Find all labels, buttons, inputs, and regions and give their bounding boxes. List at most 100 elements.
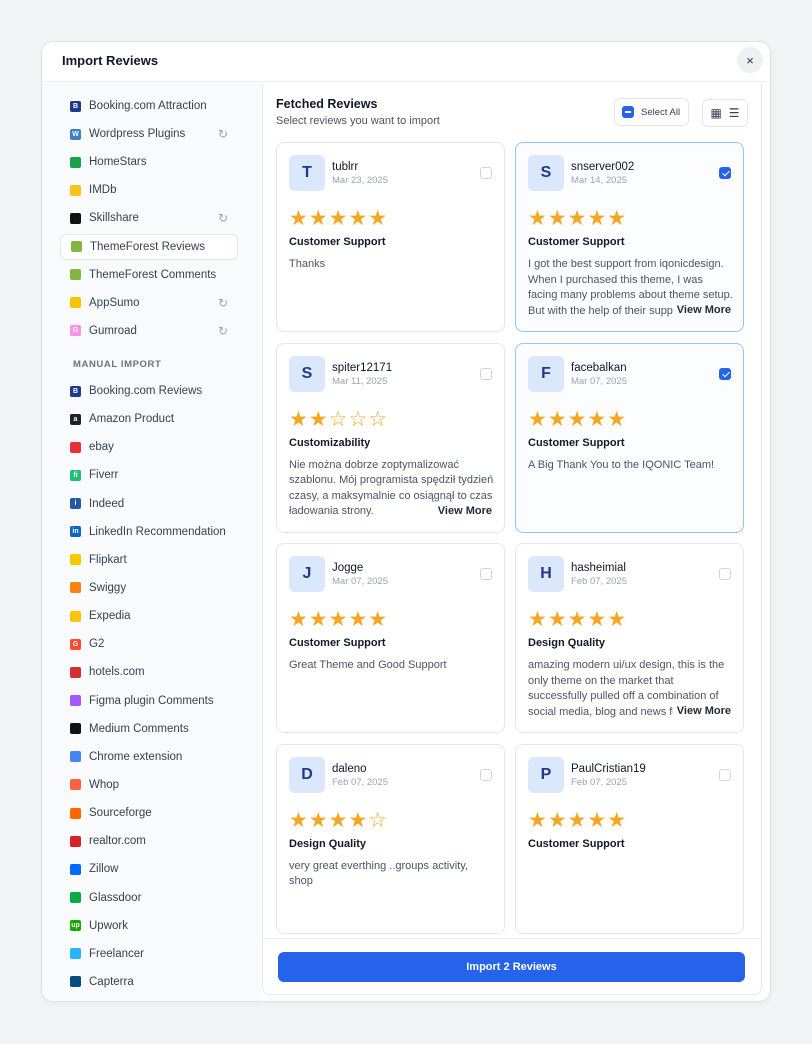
freelancer-icon [70,948,81,960]
avatar: T [289,155,325,191]
import-reviews-button[interactable]: Import 2 Reviews [278,952,745,982]
review-category: Customer Support [528,236,625,248]
review-card[interactable]: P PaulCristian19 Feb 07, 2025 ★★★★★ Customer… [515,743,744,934]
avatar: P [528,756,564,793]
reviewer-name: facebalkan [571,361,627,374]
sidebar-item-zillow[interactable]: Zillow [60,856,238,882]
review-checkbox[interactable] [480,167,492,179]
review-card[interactable]: Ffacebalkan Mar 07, 2025 ★★★★★ Customer Sup… [515,342,744,533]
sidebar-item-upwork[interactable]: up Upwork [60,913,238,939]
view-toggle: ▦ ☰ [702,99,748,127]
review-card[interactable]: Ssnserver002 Mar 14, 2025 ★★★★★ Customer Su… [515,142,744,332]
view-more-link[interactable]: View More [672,705,731,717]
sidebar-item-indeed[interactable]: i Indeed [60,491,238,517]
sidebar-item-g2[interactable]: G G2 [60,631,238,657]
sidebar-item-amazon[interactable]: a Amazon Product [60,406,238,432]
review-category: Customizability [289,436,371,449]
sidebar-item-whop[interactable]: Whop [60,772,238,798]
view-more-link[interactable]: View More [433,504,492,517]
chrome-icon [70,751,81,763]
sync-icon[interactable]: ↻ [218,211,228,225]
sidebar-item-flipkart[interactable]: Flipkart [60,547,238,573]
sidebar-item-booking[interactable]: B Booking.com Attraction [60,93,238,119]
sidebar-item-ebay[interactable]: ebay [60,434,238,460]
star-rating: ★★★★★ [289,207,389,230]
modal-title: Import Reviews [62,53,159,68]
glassdoor-icon [70,892,81,904]
sidebar-item-skillshare[interactable]: Skillshare ↻ [60,205,238,231]
review-date: Feb 07, 2025 [571,576,627,587]
avatar: S [528,155,564,191]
review-card[interactable]: Hhasheimial Feb 07, 2025 ★★★★★ Design Quali… [515,543,744,733]
select-all-label: Select All [641,106,681,118]
themeforest-icon [70,269,81,281]
list-view-icon[interactable]: ☰ [729,107,740,119]
sidebar-item-linkedin[interactable]: in LinkedIn Recommendation [60,519,238,545]
sidebar-item-freelancer[interactable]: Freelancer [60,941,238,967]
sidebar-item-themeforest[interactable]: ThemeForest Reviews [60,233,238,260]
close-icon: × [746,52,754,68]
sidebar-item-label: Sourceforge [89,807,152,820]
sidebar-item-sourceforge[interactable]: Sourceforge [60,800,238,826]
star-rating: ★★☆☆☆ [289,407,389,431]
review-card[interactable]: Ddaleno Feb 07, 2025 ★★★★☆ Design Quality ve… [276,743,505,934]
view-more-link[interactable]: View More [672,304,731,316]
sidebar-item-figma[interactable]: Figma plugin Comments [60,688,238,714]
manual-import-heading: MANUAL IMPORT [73,359,162,370]
upwork-icon: up [70,920,81,932]
review-date: Mar 07, 2025 [332,576,388,587]
review-checkbox[interactable] [480,568,492,580]
sidebar-item-hotels[interactable]: hotels.com [60,659,238,685]
review-card[interactable]: J Jogge Mar 07, 2025 ★★★★★ Customer Support G… [276,543,505,733]
review-checkbox[interactable] [719,568,731,580]
sync-icon[interactable]: ↻ [218,296,228,310]
scrollbar[interactable] [762,83,770,1001]
sidebar-item-themeforest[interactable]: ThemeForest Comments [60,262,238,288]
homestars-icon [70,156,81,168]
sidebar-item-medium[interactable]: Medium Comments [60,716,238,742]
review-checkbox[interactable] [480,768,492,781]
sidebar-item-expedia[interactable]: Expedia [60,603,238,629]
skillshare-icon [70,212,81,224]
g2-icon: G [70,638,81,650]
fetched-reviews-panel: Fetched Reviews Select reviews you want … [262,83,762,995]
flipkart-icon [70,554,81,566]
whop-icon [70,779,81,791]
sidebar-item-fiverr[interactable]: fi Fiverr [60,462,238,488]
review-card[interactable]: Sspiter12171 Mar 11, 2025 ★★☆☆☆ Customizabi… [276,342,505,533]
review-date: Feb 07, 2025 [332,776,388,788]
sidebar-item-booking[interactable]: B Booking.com Reviews [60,378,238,404]
sidebar-item-chrome[interactable]: Chrome extension [60,744,238,770]
sidebar-item-label: realtor.com [89,835,146,848]
review-checkbox[interactable] [719,768,731,781]
sidebar-item-capterra[interactable]: Capterra [60,969,238,995]
reviewer-name: spiter12171 [332,361,393,374]
panel-title: Fetched Reviews [276,97,378,111]
sidebar-item-label: Booking.com Attraction [89,100,207,112]
review-date: Feb 07, 2025 [571,776,627,788]
hotels-icon [70,666,81,678]
review-checkbox[interactable] [719,167,731,179]
avatar: S [289,355,325,392]
capterra-icon [70,976,81,988]
sidebar-item-imdb[interactable]: IMDb [60,177,238,203]
sidebar-item-homestars[interactable]: HomeStars [60,149,238,175]
sidebar-item-label: hotels.com [89,666,145,679]
grid-view-icon[interactable]: ▦ [710,107,721,119]
select-all-checkbox[interactable] [622,106,634,118]
sidebar-item-label: ThemeForest Reviews [90,240,206,253]
sidebar-item-glassdoor[interactable]: Glassdoor [60,885,238,911]
sidebar-item-appsumo[interactable]: AppSumo ↻ [60,290,238,316]
review-checkbox[interactable] [719,367,731,380]
sidebar-item-swiggy[interactable]: Swiggy [60,575,238,601]
sidebar-item-realtor[interactable]: realtor.com [60,828,238,854]
sidebar-item-gumroad[interactable]: G Gumroad ↻ [60,318,238,344]
sync-icon[interactable]: ↻ [218,127,228,141]
close-button[interactable]: × [737,47,763,73]
sidebar-item-wordpress[interactable]: W Wordpress Plugins ↻ [60,121,238,147]
select-all-button[interactable]: Select All [614,98,689,126]
booking-icon: B [70,385,81,397]
review-card[interactable]: Ttublrr Mar 23, 2025 ★★★★★ Customer Support… [276,142,505,332]
review-checkbox[interactable] [480,367,492,380]
sync-icon[interactable]: ↻ [218,324,228,338]
